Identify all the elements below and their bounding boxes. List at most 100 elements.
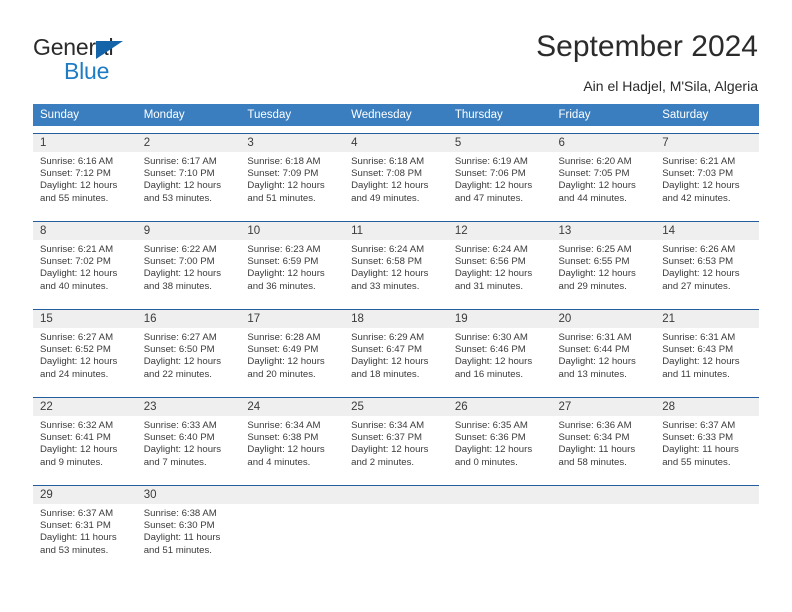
day-number[interactable]: 5 <box>448 134 552 152</box>
sunset-text: Sunset: 6:49 PM <box>247 344 319 356</box>
day-cell[interactable]: Sunrise: 6:17 AM Sunset: 7:10 PM Dayligh… <box>137 152 241 214</box>
day-cell[interactable]: Sunrise: 6:26 AM Sunset: 6:53 PM Dayligh… <box>655 240 759 302</box>
day-cell[interactable]: Sunrise: 6:37 AM Sunset: 6:33 PM Dayligh… <box>655 416 759 478</box>
day-number[interactable]: 30 <box>137 486 241 504</box>
day-number[interactable]: 23 <box>137 398 241 416</box>
daylight-text-line1: Daylight: 12 hours <box>143 356 222 368</box>
day-number[interactable]: 27 <box>552 398 656 416</box>
day-number[interactable]: 24 <box>240 398 344 416</box>
week-info-row: Sunrise: 6:37 AM Sunset: 6:31 PM Dayligh… <box>33 504 759 566</box>
day-cell[interactable]: Sunrise: 6:22 AM Sunset: 7:00 PM Dayligh… <box>137 240 241 302</box>
day-number[interactable]: 6 <box>552 134 656 152</box>
sunrise-text: Sunrise: 6:35 AM <box>454 420 528 431</box>
day-number[interactable]: 21 <box>655 310 759 328</box>
day-cell[interactable]: Sunrise: 6:29 AM Sunset: 6:47 PM Dayligh… <box>344 328 448 390</box>
day-number[interactable]: 8 <box>33 222 137 240</box>
weekday-header-tuesday: Tuesday <box>247 109 292 121</box>
day-cell[interactable]: Sunrise: 6:34 AM Sunset: 6:38 PM Dayligh… <box>240 416 344 478</box>
day-number[interactable]: 7 <box>655 134 759 152</box>
day-cell[interactable]: Sunrise: 6:34 AM Sunset: 6:37 PM Dayligh… <box>344 416 448 478</box>
sunrise-text: Sunrise: 6:24 AM <box>454 244 528 255</box>
calendar-grid: Sunday Monday Tuesday Wednesday Thursday… <box>33 104 759 566</box>
daylight-text-line1: Daylight: 12 hours <box>558 268 636 280</box>
weekday-header-sunday: Sunday <box>40 109 80 121</box>
sunset-text: Sunset: 6:30 PM <box>143 520 215 532</box>
day-number[interactable]: 12 <box>448 222 552 240</box>
day-number[interactable]: 22 <box>33 398 137 416</box>
day-cell[interactable]: Sunrise: 6:18 AM Sunset: 7:08 PM Dayligh… <box>344 152 448 214</box>
day-number[interactable]: 9 <box>137 222 241 240</box>
day-cell[interactable]: Sunrise: 6:18 AM Sunset: 7:09 PM Dayligh… <box>240 152 344 214</box>
day-cell[interactable]: Sunrise: 6:33 AM Sunset: 6:40 PM Dayligh… <box>137 416 241 478</box>
daylight-text-line1: Daylight: 11 hours <box>143 532 221 544</box>
day-number[interactable]: 11 <box>344 222 448 240</box>
day-number[interactable]: 1 <box>33 134 137 152</box>
day-cell[interactable]: Sunrise: 6:25 AM Sunset: 6:55 PM Dayligh… <box>552 240 656 302</box>
day-number[interactable]: 25 <box>344 398 448 416</box>
sunrise-text: Sunrise: 6:34 AM <box>247 420 321 431</box>
sunset-text: Sunset: 6:46 PM <box>454 344 526 356</box>
day-number[interactable]: 3 <box>240 134 344 152</box>
sunrise-text: Sunrise: 6:33 AM <box>143 420 217 431</box>
day-cell[interactable]: Sunrise: 6:38 AM Sunset: 6:30 PM Dayligh… <box>137 504 241 566</box>
day-number[interactable]: 14 <box>655 222 759 240</box>
day-cell[interactable]: Sunrise: 6:28 AM Sunset: 6:49 PM Dayligh… <box>240 328 344 390</box>
daylight-text-line1: Daylight: 12 hours <box>662 356 740 368</box>
sunrise-text: Sunrise: 6:21 AM <box>40 244 114 255</box>
day-number[interactable]: 17 <box>240 310 344 328</box>
day-number[interactable]: 2 <box>137 134 241 152</box>
daylight-text-line2: and 31 minutes. <box>454 280 524 292</box>
day-number[interactable]: 26 <box>448 398 552 416</box>
daylight-text-line1: Daylight: 12 hours <box>143 268 222 280</box>
day-cell[interactable]: Sunrise: 6:31 AM Sunset: 6:44 PM Dayligh… <box>552 328 656 390</box>
day-number[interactable]: 13 <box>552 222 656 240</box>
day-number[interactable]: 18 <box>344 310 448 328</box>
sunrise-text: Sunrise: 6:31 AM <box>558 332 632 343</box>
sunrise-text: Sunrise: 6:38 AM <box>143 508 217 519</box>
daylight-text-line2: and 53 minutes. <box>143 192 212 204</box>
daylight-text-line1: Daylight: 12 hours <box>40 268 118 280</box>
daylight-text-line2: and 4 minutes. <box>247 456 311 468</box>
daylight-text-line1: Daylight: 12 hours <box>143 180 222 192</box>
day-cell[interactable]: Sunrise: 6:31 AM Sunset: 6:43 PM Dayligh… <box>655 328 759 390</box>
day-cell[interactable]: Sunrise: 6:30 AM Sunset: 6:46 PM Dayligh… <box>448 328 552 390</box>
day-number[interactable]: 28 <box>655 398 759 416</box>
day-number[interactable]: 4 <box>344 134 448 152</box>
day-cell[interactable]: Sunrise: 6:21 AM Sunset: 7:02 PM Dayligh… <box>33 240 137 302</box>
day-cell[interactable]: Sunrise: 6:37 AM Sunset: 6:31 PM Dayligh… <box>33 504 137 566</box>
day-number[interactable]: 10 <box>240 222 344 240</box>
daylight-text-line2: and 42 minutes. <box>662 192 731 204</box>
day-cell[interactable]: Sunrise: 6:24 AM Sunset: 6:58 PM Dayligh… <box>344 240 448 302</box>
day-cell[interactable]: Sunrise: 6:35 AM Sunset: 6:36 PM Dayligh… <box>448 416 552 478</box>
daylight-text-line1: Daylight: 12 hours <box>40 444 118 456</box>
page-header: General Blue September 2024 Ain el Hadje… <box>0 0 792 104</box>
daylight-text-line2: and 58 minutes. <box>558 456 627 468</box>
day-number[interactable]: 16 <box>137 310 241 328</box>
logo-triangle-icon <box>96 41 123 59</box>
day-number[interactable]: 15 <box>33 310 137 328</box>
day-cell[interactable]: Sunrise: 6:27 AM Sunset: 6:52 PM Dayligh… <box>33 328 137 390</box>
weekday-header-wednesday: Wednesday <box>351 109 412 121</box>
daylight-text-line1: Daylight: 12 hours <box>558 356 636 368</box>
day-cell[interactable]: Sunrise: 6:21 AM Sunset: 7:03 PM Dayligh… <box>655 152 759 214</box>
day-number[interactable]: 19 <box>448 310 552 328</box>
daylight-text-line2: and 9 minutes. <box>40 456 103 468</box>
day-cell[interactable]: Sunrise: 6:19 AM Sunset: 7:06 PM Dayligh… <box>448 152 552 214</box>
day-cell[interactable]: Sunrise: 6:23 AM Sunset: 6:59 PM Dayligh… <box>240 240 344 302</box>
daylight-text-line2: and 27 minutes. <box>662 280 731 292</box>
day-cell[interactable]: Sunrise: 6:24 AM Sunset: 6:56 PM Dayligh… <box>448 240 552 302</box>
daylight-text-line1: Daylight: 11 hours <box>40 532 117 544</box>
day-number-empty <box>240 486 344 504</box>
sunset-text: Sunset: 6:37 PM <box>351 432 423 444</box>
general-blue-logo[interactable]: General Blue <box>33 34 213 86</box>
sunrise-text: Sunrise: 6:36 AM <box>558 420 632 431</box>
day-cell[interactable]: Sunrise: 6:16 AM Sunset: 7:12 PM Dayligh… <box>33 152 137 214</box>
day-cell[interactable]: Sunrise: 6:36 AM Sunset: 6:34 PM Dayligh… <box>552 416 656 478</box>
calendar-week-row: 8 9 10 11 12 13 14 Sunrise: 6:21 AM Suns… <box>33 221 759 302</box>
day-number[interactable]: 29 <box>33 486 137 504</box>
day-number[interactable]: 20 <box>552 310 656 328</box>
day-cell[interactable]: Sunrise: 6:27 AM Sunset: 6:50 PM Dayligh… <box>137 328 241 390</box>
day-cell[interactable]: Sunrise: 6:32 AM Sunset: 6:41 PM Dayligh… <box>33 416 137 478</box>
day-cell[interactable]: Sunrise: 6:20 AM Sunset: 7:05 PM Dayligh… <box>552 152 656 214</box>
sunrise-text: Sunrise: 6:23 AM <box>247 244 321 255</box>
